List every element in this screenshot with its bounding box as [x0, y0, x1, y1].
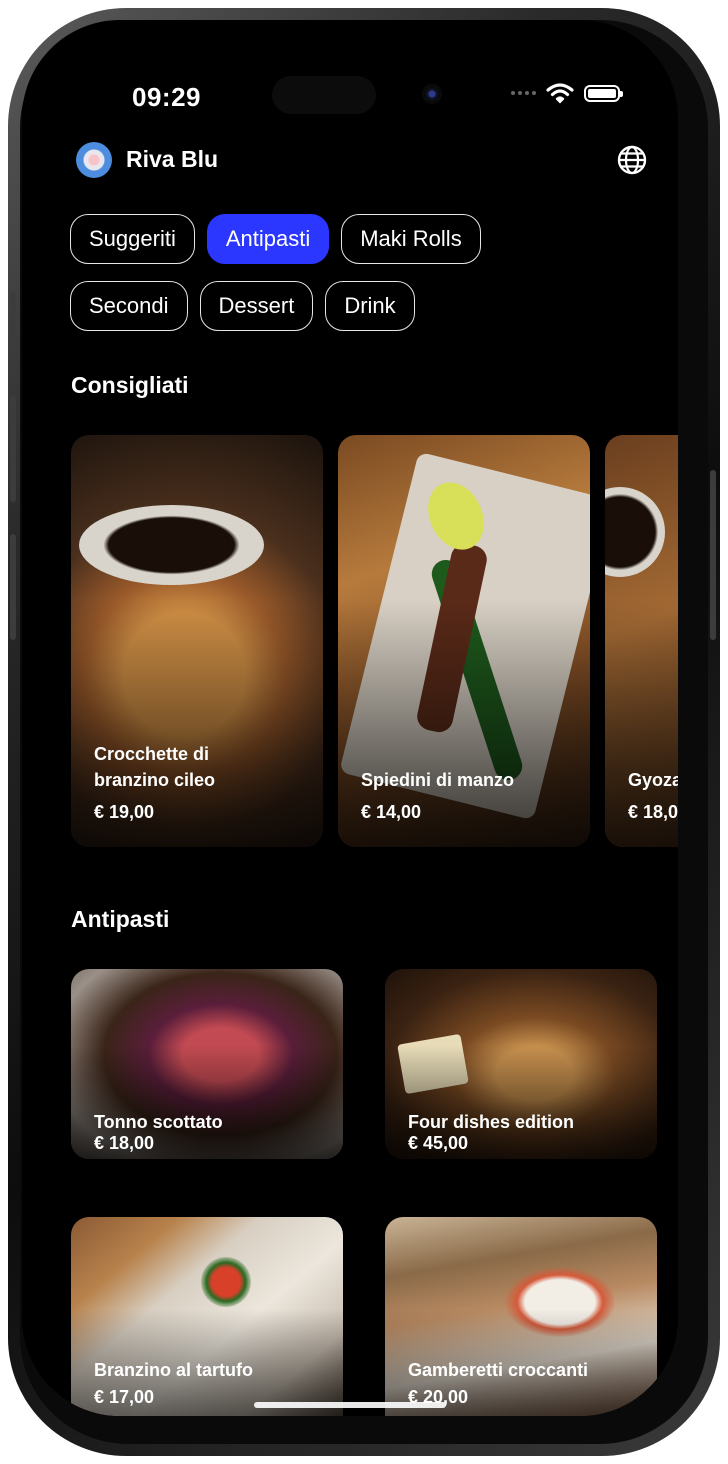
tab-suggeriti[interactable]: Suggeriti: [70, 214, 195, 264]
tab-secondi[interactable]: Secondi: [70, 281, 188, 331]
dish-price: € 18,00: [94, 1133, 155, 1153]
dynamic-island: [272, 76, 376, 114]
dish-card-gamberetti[interactable]: Gamberetti croccanti € 20,00: [385, 1217, 657, 1416]
dish-name: Branzino al tartufo: [94, 1360, 254, 1380]
battery-icon: [584, 84, 623, 102]
dish-name: Crocchette di: [94, 744, 210, 764]
dish-price: € 45,00: [408, 1133, 469, 1153]
featured-carousel[interactable]: Crocchette di branzino cileo € 19,00 Spi…: [71, 435, 678, 847]
tab-dessert[interactable]: Dessert: [199, 281, 314, 331]
featured-card-gyoza[interactable]: Gyoza € 18,00: [605, 435, 678, 847]
status-time: 09:29: [132, 82, 201, 112]
dish-image: [201, 1257, 251, 1307]
dish-name: Four dishes edition: [408, 1112, 575, 1132]
mute-switch: [10, 292, 16, 346]
dish-image: [605, 487, 665, 577]
tab-drink[interactable]: Drink: [325, 281, 415, 331]
dish-name: Spiedini di manzo: [361, 770, 515, 790]
featured-card-spiedini[interactable]: Spiedini di manzo € 14,00: [338, 435, 590, 847]
globe-icon[interactable]: [616, 144, 648, 176]
dish-price: € 14,00: [361, 802, 422, 822]
dish-price: € 17,00: [94, 1387, 155, 1407]
category-tabs: Suggeriti Antipasti Maki Rolls Secondi D…: [70, 214, 630, 348]
camera-icon: [422, 84, 442, 104]
dish-name: Gyoza: [628, 770, 678, 790]
dish-name: branzino cileo: [94, 770, 216, 790]
volume-down-button: [10, 534, 16, 640]
dish-image: [79, 505, 264, 585]
brand-logo: [76, 142, 112, 178]
brand-name: Riva Blu: [126, 146, 219, 172]
dish-card-tonno-scottato[interactable]: Tonno scottato € 18,00: [71, 969, 343, 1159]
status-icons: [511, 82, 623, 104]
dish-name: Gamberetti croccanti: [408, 1360, 589, 1380]
home-indicator[interactable]: [254, 1402, 446, 1408]
dish-price: € 19,00: [94, 802, 155, 822]
power-button: [710, 470, 716, 640]
signal-icon: [511, 91, 536, 95]
app-screen: 09:29 Riva Blu Suggeriti Antipasti Maki …: [22, 20, 678, 1416]
featured-card-crocchette[interactable]: Crocchette di branzino cileo € 19,00: [71, 435, 323, 847]
volume-up-button: [10, 396, 16, 502]
tab-antipasti[interactable]: Antipasti: [206, 214, 330, 264]
tab-maki-rolls[interactable]: Maki Rolls: [341, 214, 481, 264]
dish-card-four-dishes[interactable]: Four dishes edition € 45,00: [385, 969, 657, 1159]
featured-section-title: Consigliati: [71, 372, 189, 398]
dish-card-branzino-tartufo[interactable]: Branzino al tartufo € 17,00: [71, 1217, 343, 1416]
dish-price: € 18,00: [628, 802, 678, 822]
antipasti-section-title: Antipasti: [71, 906, 170, 932]
dish-name: Tonno scottato: [94, 1112, 223, 1132]
wifi-icon: [546, 83, 574, 104]
